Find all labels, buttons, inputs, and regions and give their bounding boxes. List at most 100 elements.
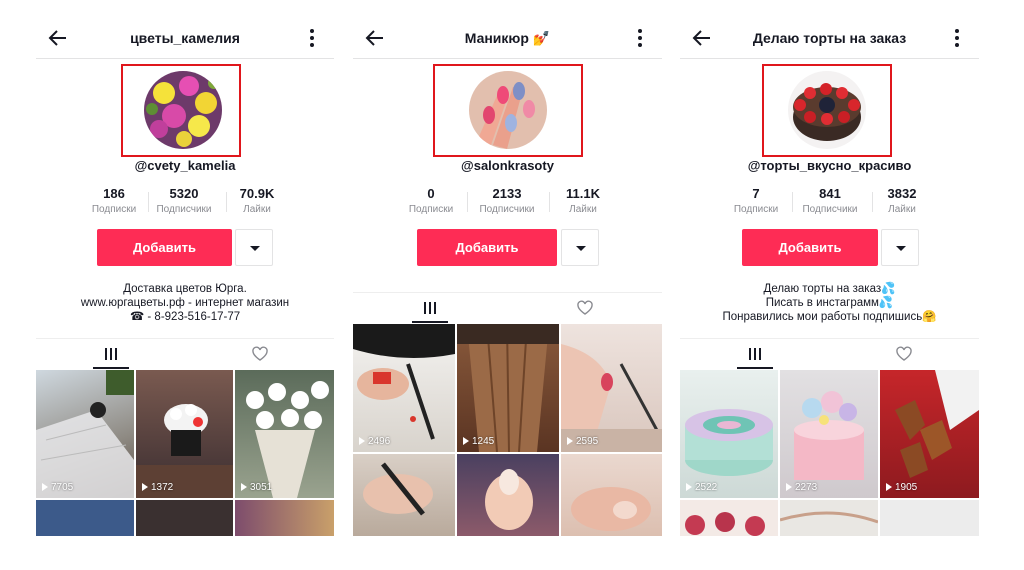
video-thumbnail[interactable]: 1245 [457,324,559,452]
video-thumbnail[interactable]: 3051 [235,370,334,498]
video-thumbnail[interactable] [136,500,233,536]
avatar-highlight-box [762,64,892,157]
thumbnail-image [136,404,233,498]
stat-followers[interactable]: 5320 Подписчики [150,186,218,215]
tab-liked[interactable] [830,339,980,368]
video-thumbnail[interactable]: 2496 [353,324,455,452]
view-count: 1905 [886,482,917,493]
profile-handle: @cvety_kamelia [134,158,236,173]
add-button[interactable]: Добавить [742,229,878,266]
stat-label: Подписчики [156,204,212,215]
tab-videos[interactable] [36,339,185,369]
profile-handle: @торты_вкусно_красиво [747,158,912,173]
divider [872,192,873,212]
thumbnail-image [363,462,433,516]
video-thumbnail[interactable] [457,454,559,536]
stat-label: Лайки [569,204,597,215]
play-icon [567,437,573,445]
stat-label: Лайки [243,204,271,215]
stat-likes[interactable]: 3832 Лайки [876,186,928,215]
video-thumbnail[interactable]: 2273 [780,370,878,498]
stat-followers[interactable]: 841 Подписчики [796,186,864,215]
stat-value: 7 [752,186,760,201]
more-vertical-icon[interactable] [634,28,646,48]
tab-liked[interactable] [185,339,334,368]
more-vertical-icon[interactable] [306,28,318,48]
thumbnail-image [571,487,651,531]
video-grid: 2496 1245 2595 [353,324,662,536]
stat-following[interactable]: 186 Подписки [88,186,140,215]
video-thumbnail[interactable] [561,454,662,536]
stat-value: 11.1K [566,186,600,201]
bio-line: www.юргацветы.рф - интернет магазин [80,297,290,309]
play-icon [241,483,247,491]
stat-likes[interactable]: 11.1K Лайки [557,186,609,215]
view-count: 2522 [686,482,717,493]
chevron-down-icon [250,246,260,251]
avatar[interactable] [788,71,866,149]
back-arrow-icon[interactable] [48,28,68,48]
more-options-dropdown[interactable] [561,229,599,266]
video-thumbnail[interactable] [36,500,134,536]
play-icon [142,483,148,491]
video-thumbnail[interactable]: 1905 [880,370,979,498]
tab-videos[interactable] [680,339,830,369]
thumbnail-image [561,344,662,452]
video-grid: 2522 2273 1905 [680,370,979,536]
video-thumbnail[interactable] [353,454,455,536]
stat-likes[interactable]: 70.9K Лайки [232,186,282,215]
stat-value: 0 [427,186,435,201]
divider [549,192,550,212]
bio-line: ☎ - 8-923-516-17-77 [129,311,241,323]
profile-stats: 0 Подписки 2133 Подписчики 11.1K Лайки [353,186,662,220]
videos-grid-icon [104,348,117,360]
avatar-highlight-box [121,64,241,157]
back-arrow-icon[interactable] [365,28,385,48]
bio-line: Писать в инстаграмм💦 [765,297,894,309]
back-arrow-icon[interactable] [692,28,712,48]
video-thumbnail[interactable]: 2522 [680,370,778,498]
avatar[interactable] [144,71,222,149]
liked-heart-icon [251,346,268,361]
thumbnail-image [457,324,559,452]
more-options-dropdown[interactable] [235,229,273,266]
thumbnail-image [794,391,864,480]
thumbnail-image [780,511,878,524]
avatar[interactable] [469,71,547,149]
more-options-dropdown[interactable] [881,229,919,266]
video-thumbnail[interactable]: 1372 [136,370,233,498]
tab-liked[interactable] [508,293,663,322]
stat-label: Подписчики [802,204,858,215]
stat-value: 3832 [887,186,917,201]
profile-panel-2: Маникюр 💅 @salonkrasoty 0 Подписки 2133 По… [353,0,662,570]
bio-line: Понравились мои работы подпишись🤗 [722,311,937,323]
video-thumbnail[interactable] [880,500,979,536]
bio-line: Делаю торты на заказ💦 [763,283,896,295]
add-button[interactable]: Добавить [97,229,232,266]
divider [467,192,468,212]
video-thumbnail[interactable]: 2595 [561,324,662,452]
video-thumbnail[interactable] [680,500,778,536]
video-thumbnail[interactable] [780,500,878,536]
avatar-highlight-box [433,64,583,157]
stat-following[interactable]: 0 Подписки [405,186,457,215]
stat-followers[interactable]: 2133 Подписчики [473,186,541,215]
top-bar: Маникюр 💅 [353,22,662,56]
view-count: 1372 [142,482,173,493]
thumbnail-image [485,469,533,530]
video-thumbnail[interactable]: 7705 [36,370,134,498]
more-vertical-icon[interactable] [951,28,963,48]
top-bar: цветы_камелия [36,22,334,56]
liked-heart-icon [577,300,593,315]
view-count: 1245 [463,436,494,447]
videos-grid-icon [748,348,761,360]
tab-videos[interactable] [353,293,508,323]
thumbnail-image [353,324,455,440]
add-button[interactable]: Добавить [417,229,557,266]
view-count: 2273 [786,482,817,493]
play-icon [786,483,792,491]
stat-following[interactable]: 7 Подписки [730,186,782,215]
stat-value: 186 [103,186,125,201]
stat-value: 70.9K [239,186,275,201]
video-thumbnail[interactable] [235,500,334,536]
